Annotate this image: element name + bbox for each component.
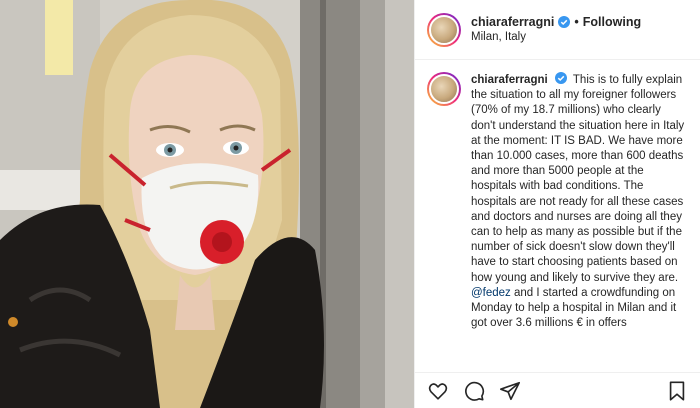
post-photo xyxy=(0,0,414,408)
separator-dot: • xyxy=(574,14,579,29)
follow-status-button[interactable]: Following xyxy=(583,15,641,31)
caption-text: chiaraferragni This is to fully explain … xyxy=(471,72,688,372)
post-header: chiaraferragni • Following Milan, Italy xyxy=(415,0,700,60)
caption-body: This is to fully explain the situation t… xyxy=(471,74,685,284)
verified-badge-icon xyxy=(554,72,567,84)
author-avatar[interactable] xyxy=(427,12,461,47)
verified-badge-icon xyxy=(558,16,571,29)
post-location[interactable]: Milan, Italy xyxy=(471,30,641,44)
heart-icon[interactable] xyxy=(427,380,449,402)
comment-icon[interactable] xyxy=(463,380,485,402)
caption-username[interactable]: chiaraferragni xyxy=(471,74,548,86)
bookmark-icon[interactable] xyxy=(666,380,688,402)
caption-avatar[interactable] xyxy=(427,72,461,106)
action-bar xyxy=(415,372,700,408)
author-username[interactable]: chiaraferragni xyxy=(471,15,554,31)
share-icon[interactable] xyxy=(499,380,521,402)
caption-block: chiaraferragni This is to fully explain … xyxy=(415,60,700,372)
post-sidebar: chiaraferragni • Following Milan, Italy … xyxy=(414,0,700,408)
photo-illustration xyxy=(0,0,414,408)
mention-link[interactable]: @fedez xyxy=(471,287,511,299)
